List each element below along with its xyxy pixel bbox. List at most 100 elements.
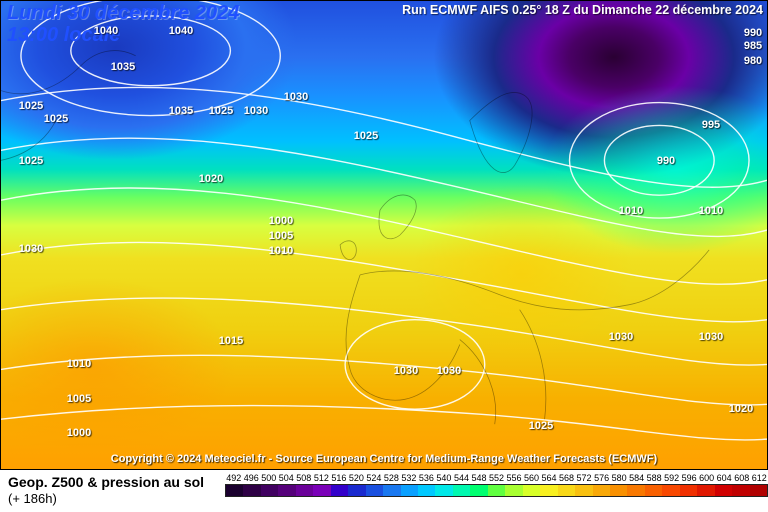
scale-swatch [523,485,540,496]
scale-tick: 524 [365,473,383,483]
scale-tick: 568 [558,473,576,483]
scale-tick: 520 [348,473,366,483]
weather-map: Lundi 30 décembre 2024 13:00 locale Run … [0,0,768,470]
scale-tick: 600 [698,473,716,483]
scale-tick: 604 [715,473,733,483]
scale-swatch [226,485,243,496]
legend: Geop. Z500 & pression au sol (+ 186h) 49… [0,472,768,512]
isobar-label: 1020 [199,173,223,185]
scale-tick: 596 [680,473,698,483]
scale-tick: 548 [470,473,488,483]
scale-swatch [243,485,260,496]
legend-scale: 4924965005045085125165205245285325365405… [225,472,768,512]
scale-tick: 492 [225,473,243,483]
scale-tick: 584 [628,473,646,483]
scale-swatch [453,485,470,496]
scale-swatch [278,485,295,496]
scale-tick: 544 [453,473,471,483]
scale-swatch [750,485,767,496]
scale-swatch [645,485,662,496]
scale-swatch [261,485,278,496]
scale-tick: 560 [523,473,541,483]
scale-tick: 580 [610,473,628,483]
scale-swatch [662,485,679,496]
scale-swatch [488,485,505,496]
isobar-label: 995 [702,119,720,131]
isobar-label: 1030 [19,243,43,255]
copyright-text: Copyright © 2024 Meteociel.fr - Source E… [1,453,767,465]
isobar-label: 1000 [67,427,91,439]
scale-tick: 552 [488,473,506,483]
scale-swatch [331,485,348,496]
scale-tick: 540 [435,473,453,483]
scale-tick: 564 [540,473,558,483]
isobar-label: 1025 [529,420,553,432]
forecast-date: Lundi 30 décembre 2024 [7,3,239,24]
isobar-label: 1030 [437,365,461,377]
scale-swatch [610,485,627,496]
isobar-label: 1010 [67,358,91,370]
legend-subtitle: (+ 186h) [8,491,223,507]
scale-tick: 592 [663,473,681,483]
isobar-label: 1020 [729,403,753,415]
scale-tick: 576 [593,473,611,483]
isobar-label: 1035 [169,105,193,117]
isobar-label: 1025 [44,113,68,125]
scale-tick: 512 [313,473,331,483]
isobar-label: 1025 [19,100,43,112]
isobar-label: 985 [744,40,762,52]
scale-swatch [715,485,732,496]
scale-tick: 516 [330,473,348,483]
isobar-label: 1040 [94,25,118,37]
scale-swatch [593,485,610,496]
scale-swatch [383,485,400,496]
scale-tick: 556 [505,473,523,483]
isobar-label: 1030 [699,331,723,343]
isobar-label: 1010 [699,205,723,217]
scale-tick: 612 [750,473,768,483]
isobar-label: 1025 [354,130,378,142]
isobar-label: 1030 [609,331,633,343]
scale-swatch [627,485,644,496]
scale-swatch [575,485,592,496]
scale-tick: 608 [733,473,751,483]
isobar-label: 1015 [219,335,243,347]
scale-tick: 500 [260,473,278,483]
isobar-label: 1000 [269,215,293,227]
scale-swatch [505,485,522,496]
scale-swatch [401,485,418,496]
scale-swatch [558,485,575,496]
isobar-label: 980 [744,55,762,67]
scale-tick: 536 [418,473,436,483]
scale-swatch [348,485,365,496]
scale-swatch [680,485,697,496]
scale-tick: 532 [400,473,418,483]
isobar-label: 1005 [269,230,293,242]
scale-swatch [418,485,435,496]
isobar-label: 1010 [269,245,293,257]
isobar-label: 1040 [169,25,193,37]
scale-tick: 588 [645,473,663,483]
model-run-label: Run ECMWF AIFS 0.25° 18 Z du Dimanche 22… [402,3,763,17]
scale-tick: 496 [243,473,261,483]
scale-swatch [732,485,749,496]
scale-swatch [296,485,313,496]
scale-tick: 508 [295,473,313,483]
legend-title: Geop. Z500 & pression au sol [8,474,223,491]
isobar-label: 990 [744,27,762,39]
isobar-label: 1025 [19,155,43,167]
scale-tick: 504 [278,473,296,483]
scale-tick: 528 [383,473,401,483]
scale-swatch [366,485,383,496]
isobar-label: 990 [657,155,675,167]
isobar-label: 1005 [67,393,91,405]
isobar-label: 1030 [284,91,308,103]
legend-title-block: Geop. Z500 & pression au sol (+ 186h) [0,472,225,512]
isobar-label: 1025 [209,105,233,117]
isobar-label: 1010 [619,205,643,217]
isobar-label: 1035 [111,61,135,73]
scale-tick: 572 [575,473,593,483]
isobar-label: 1030 [394,365,418,377]
scale-swatch [313,485,330,496]
scale-swatch [470,485,487,496]
